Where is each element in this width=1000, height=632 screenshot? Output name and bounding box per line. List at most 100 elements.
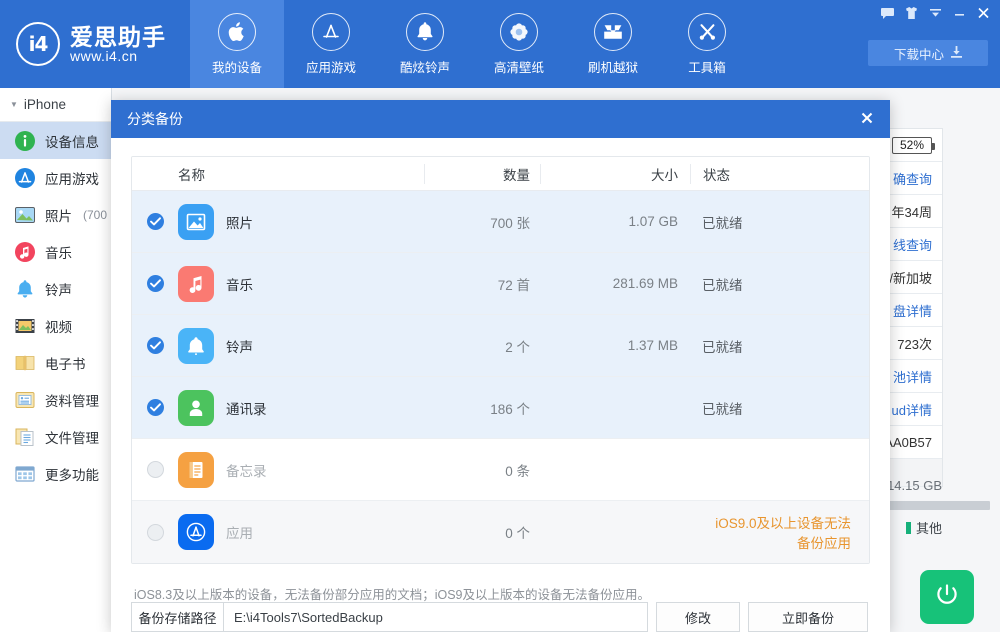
- sidebar-item-ebooks[interactable]: 电子书: [0, 344, 111, 381]
- modify-button[interactable]: 修改: [656, 602, 740, 632]
- checkbox-checked-icon[interactable]: [146, 399, 164, 416]
- music-icon: [14, 241, 36, 263]
- row-name-cell: 通讯录: [178, 389, 424, 426]
- nav-item-flash-jailbreak[interactable]: 刷机越狱: [566, 0, 660, 88]
- row-label: 音乐: [226, 277, 253, 293]
- sorted-backup-dialog: 分类备份 名称 数量 大小 状态 照片 700 张 1.07 GB 已就绪 音乐…: [111, 100, 890, 632]
- row-name-cell: 备忘录: [178, 451, 424, 488]
- battery-level: 52%: [891, 136, 936, 154]
- checkbox-checked-icon[interactable]: [146, 213, 164, 230]
- row-checkbox-cell[interactable]: [132, 461, 178, 478]
- music-icon: [178, 265, 214, 302]
- sidebar-device-header[interactable]: ▼ iPhone: [0, 88, 111, 122]
- row-qty: 700 张: [490, 215, 530, 231]
- download-icon: [951, 45, 962, 61]
- row-status: 已就绪: [702, 277, 743, 293]
- table-row[interactable]: 音乐 72 首 281.69 MB 已就绪: [132, 253, 869, 315]
- sidebar-item-device-info[interactable]: 设备信息: [0, 122, 111, 159]
- book-icon: [14, 352, 36, 374]
- checkbox-unchecked-icon[interactable]: [146, 523, 164, 541]
- apple-icon: [218, 12, 256, 51]
- sidebar-item-ringtones[interactable]: 铃声: [0, 270, 111, 307]
- table-row[interactable]: 照片 700 张 1.07 GB 已就绪: [132, 191, 869, 253]
- photo-icon: [14, 204, 36, 226]
- sidebar-item-music[interactable]: 音乐: [0, 233, 111, 270]
- nav-item-apps-games[interactable]: 应用游戏: [284, 0, 378, 88]
- nav-item-wallpapers[interactable]: 高清壁纸: [472, 0, 566, 88]
- menu-dropdown-icon[interactable]: [924, 3, 946, 23]
- row-label: 应用: [226, 526, 253, 541]
- sidebar-item-photos[interactable]: 照片 (700: [0, 196, 111, 233]
- close-icon[interactable]: [972, 3, 994, 23]
- sidebar-item-videos[interactable]: 视频: [0, 307, 111, 344]
- row-status: 已就绪: [702, 339, 743, 355]
- sidebar-item-file-management[interactable]: 文件管理: [0, 418, 111, 455]
- file-manager-icon: [14, 426, 36, 448]
- feedback-icon[interactable]: [876, 3, 898, 23]
- app-header: i4 爱思助手 www.i4.cn 我的设备 应用游戏 酷炫铃声 高清壁纸 刷机…: [0, 0, 1000, 88]
- power-icon: [932, 580, 962, 615]
- nav-item-ringtones[interactable]: 酷炫铃声: [378, 0, 472, 88]
- notes-icon: [178, 451, 214, 488]
- nav-item-toolbox[interactable]: 工具箱: [660, 0, 754, 88]
- row-size: 281.69 MB: [612, 276, 678, 291]
- close-icon[interactable]: [852, 104, 882, 132]
- appstore-icon: [312, 12, 350, 51]
- checkbox-checked-icon[interactable]: [146, 337, 164, 354]
- dialog-title-bar: 分类备份: [111, 100, 890, 138]
- sidebar: ▼ iPhone 设备信息 应用游戏 照片 (700 音乐 铃声 视频 电子书 …: [0, 88, 112, 632]
- grid-icon: [14, 463, 36, 485]
- appstore-icon: [178, 514, 214, 550]
- download-center-label: 下载中心: [893, 47, 944, 62]
- download-center-button[interactable]: 下载中心: [868, 40, 988, 66]
- app-window: i4 爱思助手 www.i4.cn 我的设备 应用游戏 酷炫铃声 高清壁纸 刷机…: [0, 0, 1000, 632]
- nav-label: 酷炫铃声: [399, 60, 450, 75]
- table-row[interactable]: 铃声 2 个 1.37 MB 已就绪: [132, 315, 869, 377]
- row-checkbox-cell[interactable]: [132, 337, 178, 354]
- sidebar-item-label: 资料管理: [45, 393, 99, 409]
- bell-icon: [14, 278, 36, 300]
- table-row[interactable]: 通讯录 186 个 已就绪: [132, 377, 869, 439]
- row-checkbox-cell[interactable]: [132, 523, 178, 541]
- appstore-icon: [14, 167, 36, 189]
- row-name-cell: 应用: [178, 514, 424, 550]
- skin-icon[interactable]: [900, 3, 922, 23]
- table-row[interactable]: 应用 0 个 iOS9.0及以上设备无法备份应用: [132, 501, 869, 563]
- video-icon: [14, 315, 36, 337]
- contacts-icon: [178, 389, 214, 426]
- sidebar-item-data-management[interactable]: 资料管理: [0, 381, 111, 418]
- dialog-footer: 备份存储路径 E:\i4Tools7\SortedBackup 修改 立即备份: [131, 602, 870, 632]
- checkbox-checked-icon[interactable]: [146, 275, 164, 292]
- row-checkbox-cell[interactable]: [132, 213, 178, 230]
- legend-swatch: [905, 521, 911, 534]
- backup-path-field[interactable]: 备份存储路径 E:\i4Tools7\SortedBackup: [131, 602, 648, 632]
- row-checkbox-cell[interactable]: [132, 275, 178, 292]
- sidebar-item-label: 文件管理: [45, 430, 99, 446]
- legend-label: 其他: [915, 521, 942, 536]
- minimize-icon[interactable]: [948, 3, 970, 23]
- info-icon: [14, 130, 36, 152]
- column-header-status: 状态: [690, 163, 869, 184]
- backup-path-label: 备份存储路径: [132, 603, 224, 631]
- sidebar-item-label: 视频: [45, 319, 72, 335]
- row-status-warning: iOS9.0及以上设备无法备份应用: [715, 516, 851, 551]
- row-checkbox-cell[interactable]: [132, 399, 178, 416]
- row-label: 备忘录: [226, 463, 267, 479]
- row-qty: 0 条: [505, 463, 530, 479]
- sidebar-item-apps-games[interactable]: 应用游戏: [0, 159, 111, 196]
- tools-icon: [688, 12, 726, 51]
- storage-legend-other: 其他: [905, 518, 942, 537]
- row-label: 铃声: [226, 339, 253, 355]
- sidebar-item-more-features[interactable]: 更多功能: [0, 455, 111, 492]
- backup-now-button[interactable]: 立即备份: [748, 602, 868, 632]
- row-name-cell: 音乐: [178, 265, 424, 302]
- nav-label: 刷机越狱: [587, 60, 638, 75]
- logo-text: i4: [28, 32, 49, 56]
- sidebar-item-count: (700: [83, 207, 108, 222]
- sidebar-item-label: 设备信息: [45, 134, 99, 150]
- nav-item-my-device[interactable]: 我的设备: [190, 0, 284, 88]
- checkbox-unchecked-icon[interactable]: [146, 461, 164, 478]
- main-nav: 我的设备 应用游戏 酷炫铃声 高清壁纸 刷机越狱 工具箱: [190, 0, 754, 88]
- table-row[interactable]: 备忘录 0 条: [132, 439, 869, 501]
- power-button[interactable]: [920, 570, 974, 624]
